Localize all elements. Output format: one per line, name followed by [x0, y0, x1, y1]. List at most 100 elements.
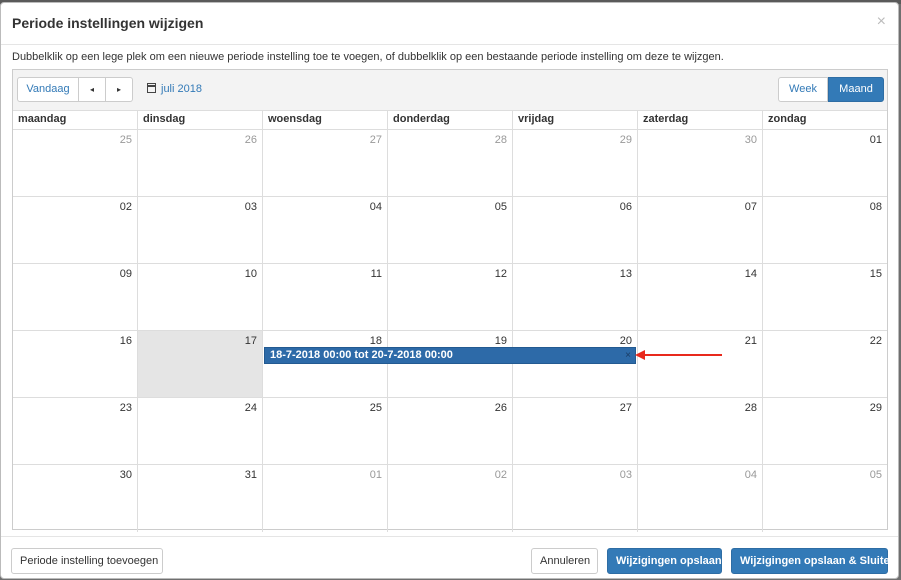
- day-cell[interactable]: 28: [638, 398, 763, 465]
- day-number: 02: [119, 201, 132, 213]
- day-number: 27: [369, 134, 382, 146]
- day-cell[interactable]: 31: [138, 465, 263, 532]
- day-cell[interactable]: 14: [638, 264, 763, 331]
- day-number: 05: [494, 201, 507, 213]
- day-cell[interactable]: 07: [638, 197, 763, 264]
- day-cell[interactable]: 12: [388, 264, 513, 331]
- day-number: 13: [619, 268, 632, 280]
- weekday-vrijdag: vrijdag: [513, 110, 638, 129]
- day-cell[interactable]: 27: [263, 130, 388, 197]
- today-button[interactable]: Vandaag: [17, 77, 79, 102]
- day-cell[interactable]: 17: [138, 331, 263, 398]
- day-cell[interactable]: 15: [763, 264, 887, 331]
- day-cell[interactable]: 18: [263, 331, 388, 398]
- day-number: 22: [869, 335, 882, 347]
- day-cell[interactable]: 04: [263, 197, 388, 264]
- weekday-donderdag: donderdag: [388, 110, 513, 129]
- day-cell[interactable]: 25: [263, 398, 388, 465]
- day-number: 29: [869, 402, 882, 414]
- day-cell[interactable]: 03: [138, 197, 263, 264]
- day-cell[interactable]: 05: [388, 197, 513, 264]
- day-number: 01: [869, 134, 882, 146]
- day-number: 03: [619, 469, 632, 481]
- day-number: 07: [744, 201, 757, 213]
- calendar-icon: [147, 83, 156, 93]
- day-cell[interactable]: 13: [513, 264, 638, 331]
- day-cell[interactable]: 10: [138, 264, 263, 331]
- day-number: 14: [744, 268, 757, 280]
- day-number: 29: [619, 134, 632, 146]
- day-cell[interactable]: 02: [13, 197, 138, 264]
- instructions-text: Dubbelklik op een lege plek om een nieuw…: [12, 51, 724, 63]
- next-month-button[interactable]: ▸: [106, 77, 133, 102]
- event-remove-icon[interactable]: ×: [625, 348, 631, 363]
- cancel-button[interactable]: Annuleren: [531, 548, 598, 574]
- day-cell[interactable]: 11: [263, 264, 388, 331]
- day-number: 23: [119, 402, 132, 414]
- day-cell[interactable]: 26: [138, 130, 263, 197]
- day-number: 06: [619, 201, 632, 213]
- day-cell[interactable]: 23: [13, 398, 138, 465]
- day-cell[interactable]: 04: [638, 465, 763, 532]
- day-cell[interactable]: 30: [13, 465, 138, 532]
- calendar: Vandaag ◂ ▸ juli 2018 Week Maand maandag…: [12, 69, 888, 532]
- day-number: 20: [619, 335, 632, 347]
- day-number: 11: [370, 268, 382, 280]
- day-cell[interactable]: 03: [513, 465, 638, 532]
- day-number: 12: [494, 268, 507, 280]
- day-number: 02: [494, 469, 507, 481]
- weekday-dinsdag: dinsdag: [138, 110, 263, 129]
- weekday-zaterdag: zaterdag: [638, 110, 763, 129]
- day-number: 26: [494, 402, 507, 414]
- day-cell[interactable]: 24: [138, 398, 263, 465]
- day-number: 15: [869, 268, 882, 280]
- day-number: 25: [369, 402, 382, 414]
- day-cell[interactable]: 30: [638, 130, 763, 197]
- day-number: 30: [744, 134, 757, 146]
- calendar-toolbar: Vandaag ◂ ▸ juli 2018 Week Maand: [13, 70, 887, 111]
- day-number: 19: [494, 335, 507, 347]
- modal-title: Periode instellingen wijzigen: [12, 15, 204, 31]
- add-period-button[interactable]: Periode instelling toevoegen: [11, 548, 163, 574]
- day-number: 18: [369, 335, 382, 347]
- save-close-button[interactable]: Wijzigingen opslaan & Sluiten: [731, 548, 896, 574]
- day-cell[interactable]: 29: [763, 398, 887, 465]
- day-cell[interactable]: 22: [763, 331, 887, 398]
- day-number: 17: [244, 335, 257, 347]
- save-button[interactable]: Wijzigingen opslaan: [607, 548, 722, 574]
- day-cell[interactable]: 25: [13, 130, 138, 197]
- day-cell[interactable]: 06: [513, 197, 638, 264]
- day-number: 26: [244, 134, 257, 146]
- prev-month-button[interactable]: ◂: [79, 77, 106, 102]
- day-cell[interactable]: 08: [763, 197, 887, 264]
- day-cell[interactable]: 29: [513, 130, 638, 197]
- weekday-woensdag: woensdag: [263, 110, 388, 129]
- period-event[interactable]: 18-7-2018 00:00 tot 20-7-2018 00:00 ×: [264, 347, 636, 364]
- day-number: 31: [244, 469, 257, 481]
- day-number: 25: [119, 134, 132, 146]
- month-view-button[interactable]: Maand: [828, 77, 884, 102]
- day-cell[interactable]: 16: [13, 331, 138, 398]
- day-cell[interactable]: 26: [388, 398, 513, 465]
- day-cell[interactable]: 20: [513, 331, 638, 398]
- day-cell[interactable]: 09: [13, 264, 138, 331]
- day-cell[interactable]: 01: [263, 465, 388, 532]
- current-month-label: juli 2018: [161, 83, 202, 95]
- day-cell[interactable]: 01: [763, 130, 887, 197]
- day-cell[interactable]: 19: [388, 331, 513, 398]
- day-cell[interactable]: 27: [513, 398, 638, 465]
- day-cell[interactable]: 28: [388, 130, 513, 197]
- day-cell[interactable]: 21: [638, 331, 763, 398]
- day-cell[interactable]: 02: [388, 465, 513, 532]
- month-picker[interactable]: juli 2018: [147, 83, 202, 95]
- annotation-arrow-icon: [635, 350, 722, 360]
- day-cell[interactable]: 05: [763, 465, 887, 532]
- modal-header: Periode instellingen wijzigen ×: [1, 3, 898, 45]
- close-icon[interactable]: ×: [877, 14, 886, 30]
- day-number: 16: [119, 335, 132, 347]
- week-view-button[interactable]: Week: [778, 77, 828, 102]
- weekday-header: maandag dinsdag woensdag donderdag vrijdag za…: [13, 110, 887, 130]
- weekday-maandag: maandag: [13, 110, 138, 129]
- day-number: 01: [369, 469, 382, 481]
- day-number: 10: [244, 268, 257, 280]
